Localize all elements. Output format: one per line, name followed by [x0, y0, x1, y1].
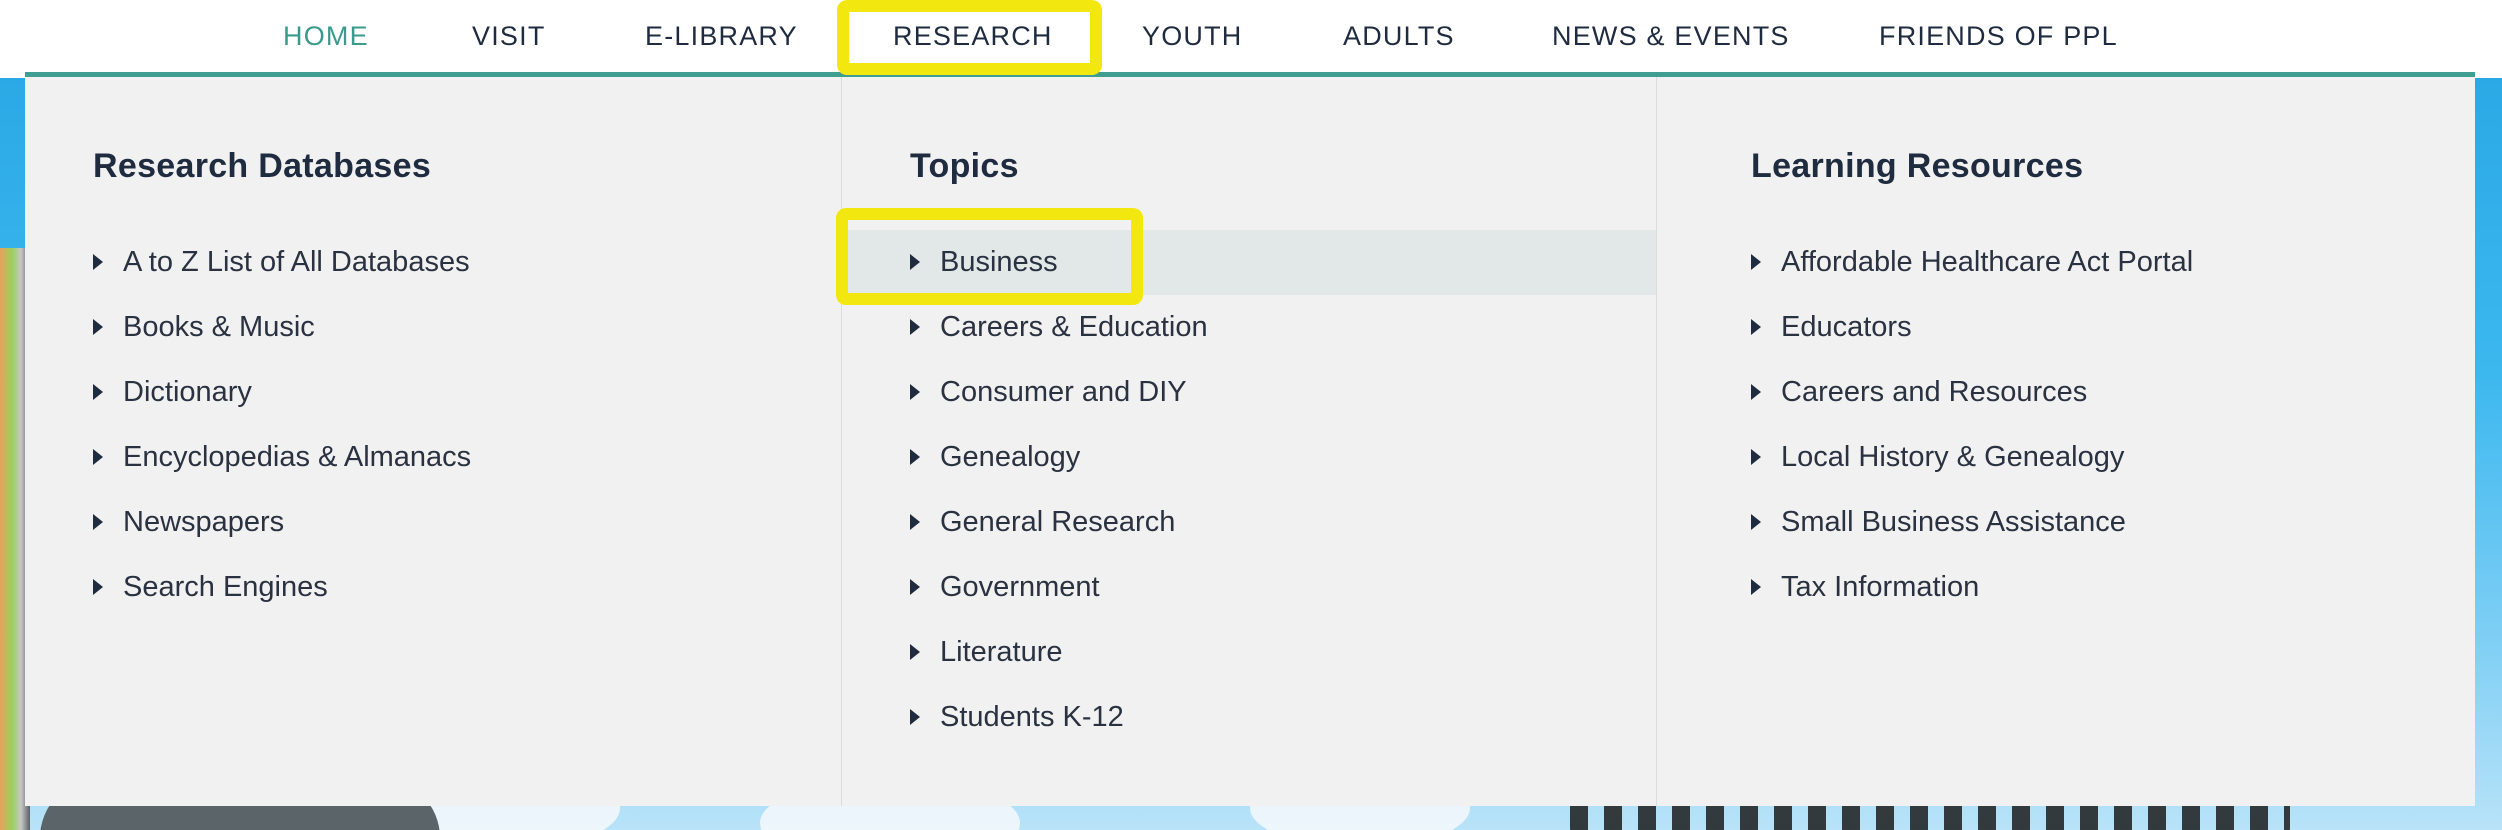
menu-item-newspapers[interactable]: Newspapers [25, 490, 841, 555]
menu-list: A to Z List of All Databases Books & Mus… [25, 230, 841, 620]
menu-column-research-databases: Research Databases A to Z List of All Da… [25, 77, 841, 806]
caret-right-icon [93, 449, 103, 465]
menu-item-careers-resources[interactable]: Careers and Resources [1657, 360, 2475, 425]
caret-right-icon [910, 579, 920, 595]
nav-e-library[interactable]: E-LIBRARY [645, 14, 798, 58]
menu-item-local-history[interactable]: Local History & Genealogy [1657, 425, 2475, 490]
menu-item-general-research[interactable]: General Research [842, 490, 1656, 555]
main-navigation: HOME VISIT E-LIBRARY RESEARCH YOUTH ADUL… [0, 0, 2502, 72]
column-heading: Learning Resources [1751, 147, 2084, 185]
menu-item-careers-education[interactable]: Careers & Education [842, 295, 1656, 360]
caret-right-icon [910, 514, 920, 530]
column-heading: Research Databases [93, 147, 432, 185]
research-mega-menu: Research Databases A to Z List of All Da… [25, 72, 2475, 806]
menu-list: Business Careers & Education Consumer an… [842, 230, 1656, 750]
nav-youth[interactable]: YOUTH [1142, 14, 1243, 58]
nav-research[interactable]: RESEARCH [893, 14, 1053, 58]
menu-column-topics: Topics Business Careers & Education Cons… [841, 77, 1657, 806]
caret-right-icon [910, 384, 920, 400]
caret-right-icon [1751, 384, 1761, 400]
menu-item-educators[interactable]: Educators [1657, 295, 2475, 360]
caret-right-icon [93, 514, 103, 530]
menu-item-tax-information[interactable]: Tax Information [1657, 555, 2475, 620]
caret-right-icon [1751, 449, 1761, 465]
caret-right-icon [1751, 514, 1761, 530]
menu-list: Affordable Healthcare Act Portal Educato… [1657, 230, 2475, 620]
caret-right-icon [910, 644, 920, 660]
menu-item-business[interactable]: Business [842, 230, 1656, 295]
nav-friends-of-ppl[interactable]: FRIENDS OF PPL [1879, 14, 2118, 58]
menu-item-government[interactable]: Government [842, 555, 1656, 620]
caret-right-icon [93, 579, 103, 595]
caret-right-icon [910, 254, 920, 270]
menu-item-affordable-healthcare[interactable]: Affordable Healthcare Act Portal [1657, 230, 2475, 295]
nav-news-events[interactable]: NEWS & EVENTS [1552, 14, 1790, 58]
menu-item-consumer-diy[interactable]: Consumer and DIY [842, 360, 1656, 425]
caret-right-icon [93, 254, 103, 270]
caret-right-icon [1751, 254, 1761, 270]
menu-column-learning-resources: Learning Resources Affordable Healthcare… [1657, 77, 2475, 806]
caret-right-icon [1751, 579, 1761, 595]
caret-right-icon [910, 319, 920, 335]
nav-visit[interactable]: VISIT [472, 14, 546, 58]
column-heading: Topics [910, 147, 1019, 185]
menu-item-literature[interactable]: Literature [842, 620, 1656, 685]
nav-adults[interactable]: ADULTS [1343, 14, 1455, 58]
caret-right-icon [93, 384, 103, 400]
caret-right-icon [910, 709, 920, 725]
nav-home[interactable]: HOME [283, 14, 369, 58]
caret-right-icon [910, 449, 920, 465]
menu-item-dictionary[interactable]: Dictionary [25, 360, 841, 425]
menu-item-search-engines[interactable]: Search Engines [25, 555, 841, 620]
menu-item-encyclopedias[interactable]: Encyclopedias & Almanacs [25, 425, 841, 490]
caret-right-icon [1751, 319, 1761, 335]
menu-item-genealogy[interactable]: Genealogy [842, 425, 1656, 490]
menu-item-books-music[interactable]: Books & Music [25, 295, 841, 360]
menu-item-students-k-12[interactable]: Students K-12 [842, 685, 1656, 750]
menu-item-a-to-z-databases[interactable]: A to Z List of All Databases [25, 230, 841, 295]
menu-item-small-business[interactable]: Small Business Assistance [1657, 490, 2475, 555]
caret-right-icon [93, 319, 103, 335]
